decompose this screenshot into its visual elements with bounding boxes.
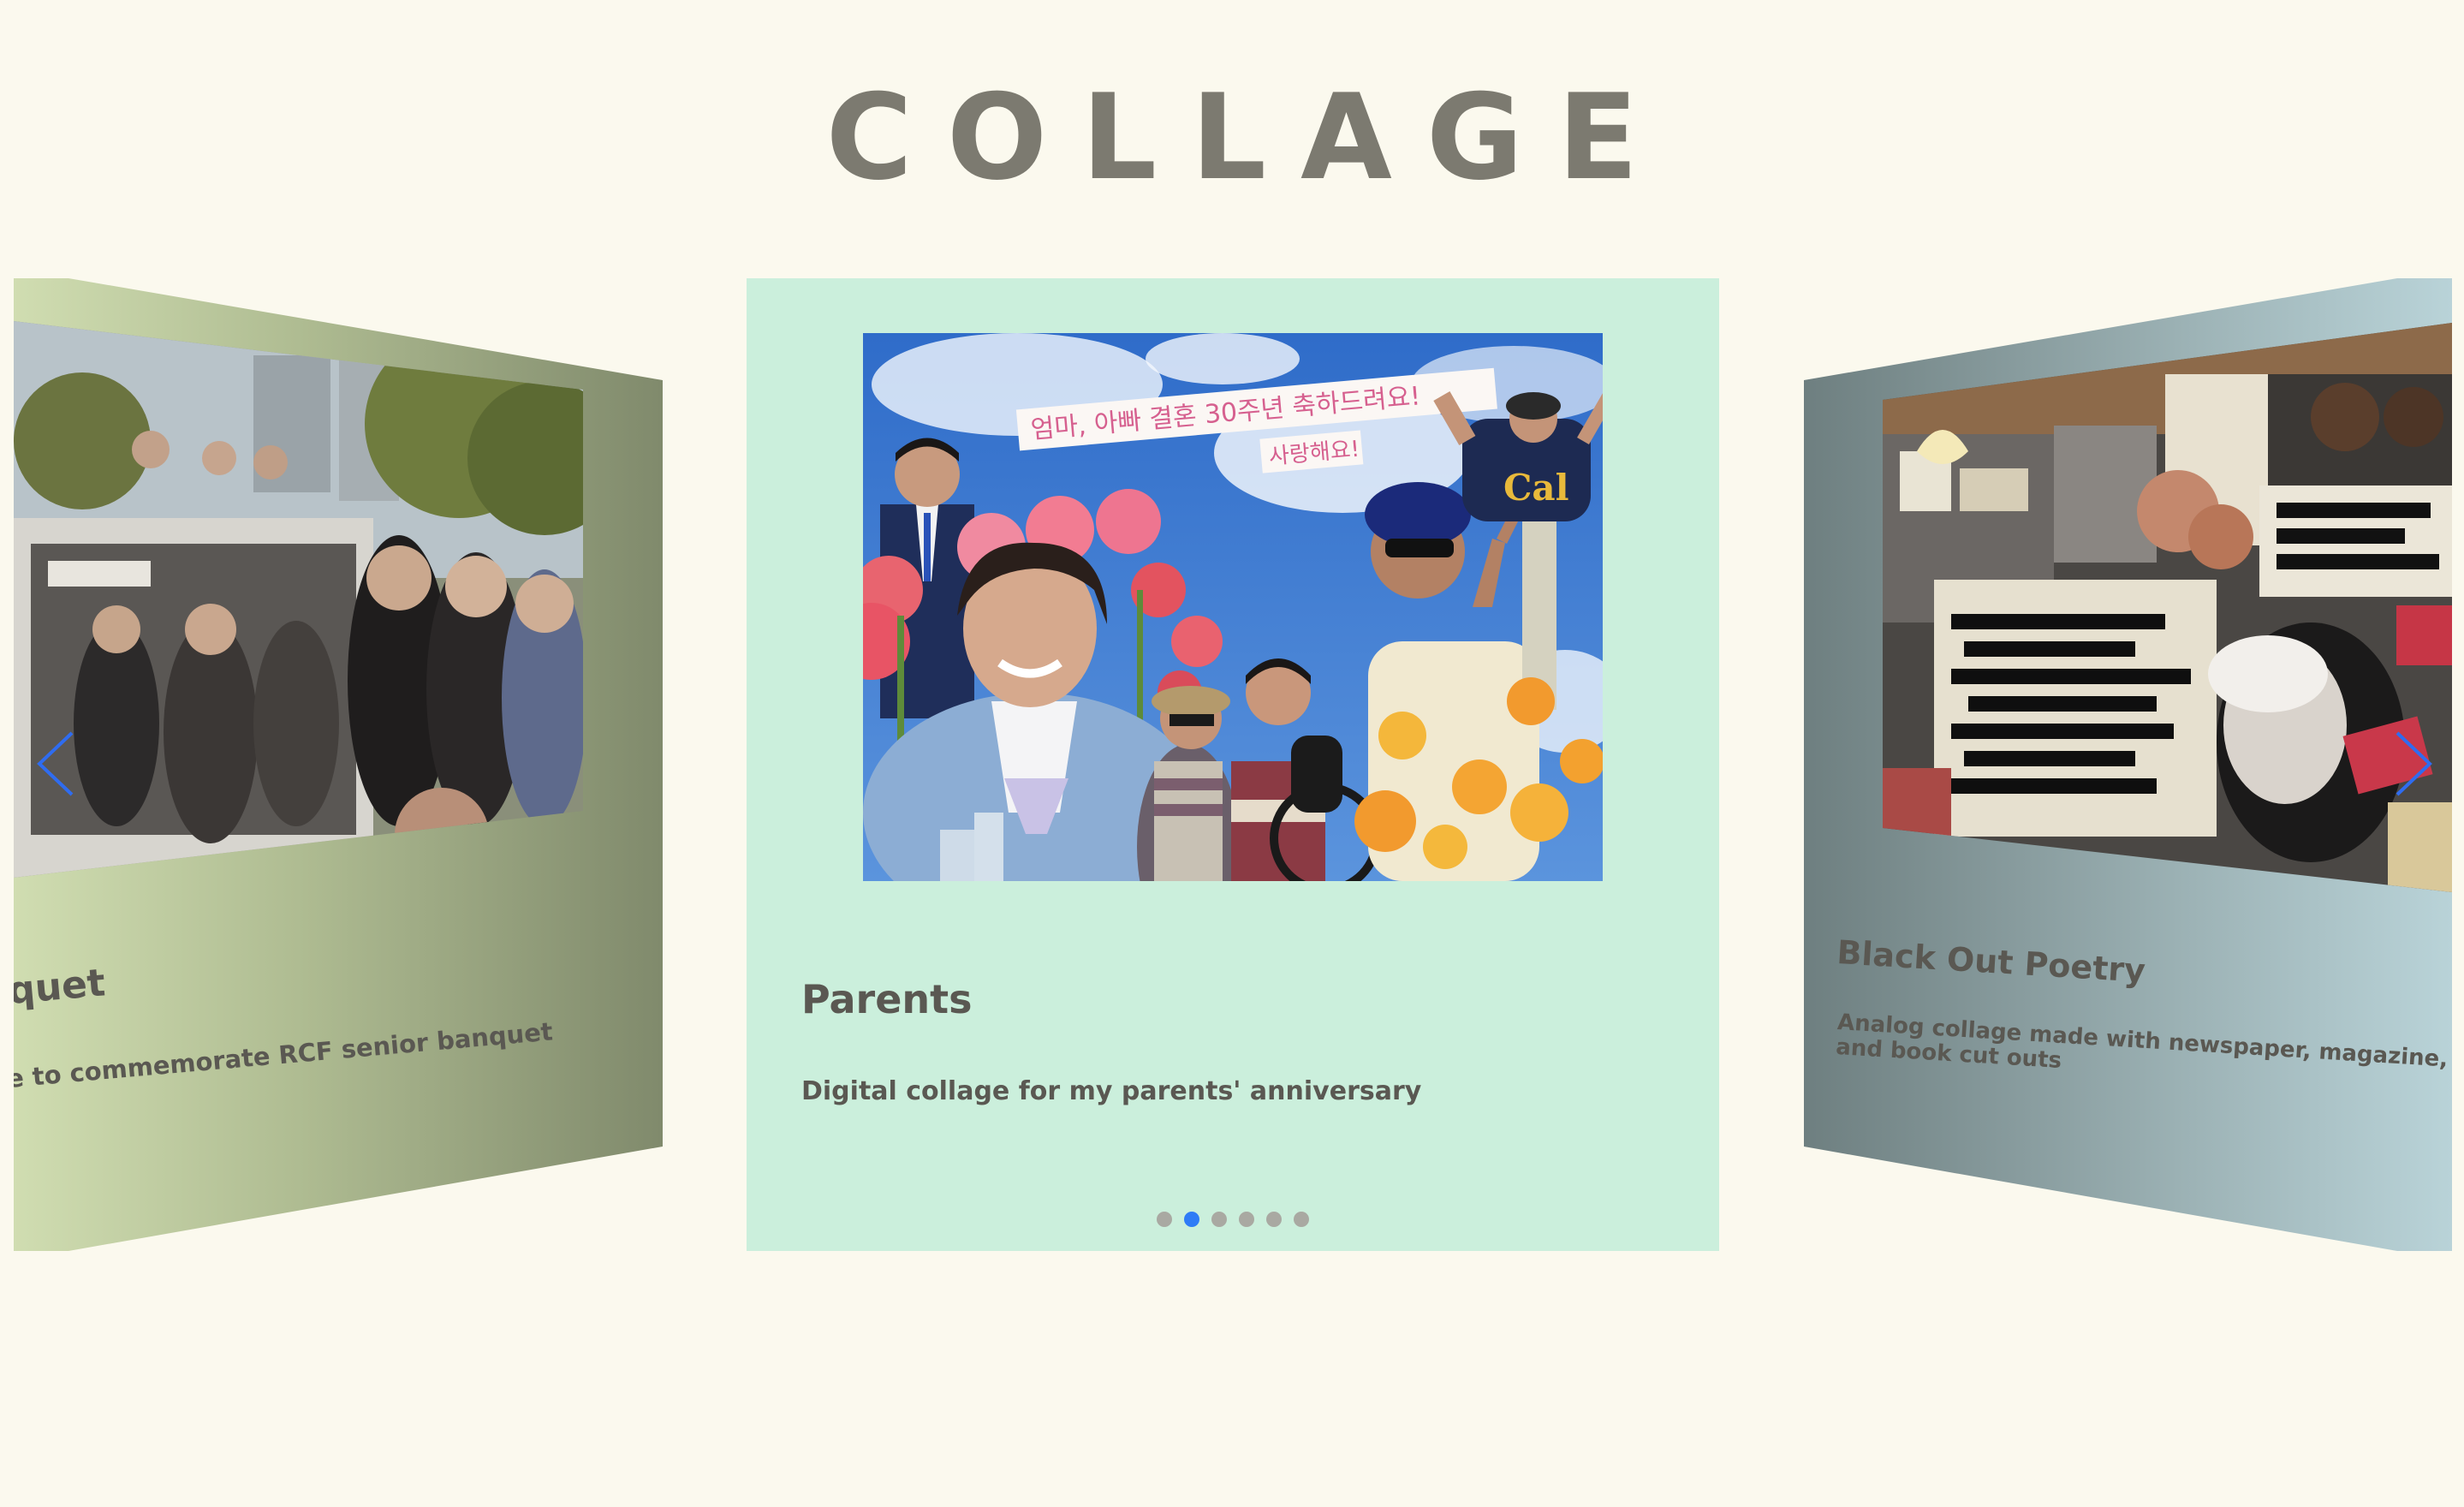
chevron-left-icon	[37, 731, 74, 796]
carousel-card-active[interactable]: 엄마, 아빠 결혼 30주년 축하드려요! 사랑해요! Cal Parents …	[747, 278, 1719, 1251]
carousel-card-next[interactable]: Black Out Poetry Analog collage made wit…	[1804, 278, 2452, 1251]
chevron-right-icon	[2396, 731, 2432, 796]
carousel-next-button[interactable]	[2387, 730, 2438, 798]
pagination-dot-5[interactable]	[1266, 1212, 1282, 1227]
parents-collage-photo: 엄마, 아빠 결혼 30주년 축하드려요! 사랑해요! Cal	[863, 333, 1603, 881]
carousel-pagination	[747, 1212, 1719, 1227]
pagination-dot-6[interactable]	[1294, 1212, 1309, 1227]
banquet-collage-photo	[14, 321, 583, 878]
card-description: Digital collage for my parents' annivers…	[801, 1076, 1422, 1106]
cal-logo-text: Cal	[1503, 467, 1569, 509]
pagination-dot-4[interactable]	[1239, 1212, 1254, 1227]
pagination-dot-1[interactable]	[1157, 1212, 1172, 1227]
card-title: Parents	[801, 976, 973, 1022]
pagination-dot-3[interactable]	[1211, 1212, 1227, 1227]
pagination-dot-2[interactable]	[1184, 1212, 1199, 1227]
collage-carousel: nquet ge to commemorate RCF senior banqu…	[0, 0, 2464, 1507]
carousel-card-prev[interactable]: nquet ge to commemorate RCF senior banqu…	[14, 278, 663, 1251]
carousel-prev-button[interactable]	[31, 730, 82, 798]
blackout-poetry-collage-photo	[1883, 323, 2452, 892]
